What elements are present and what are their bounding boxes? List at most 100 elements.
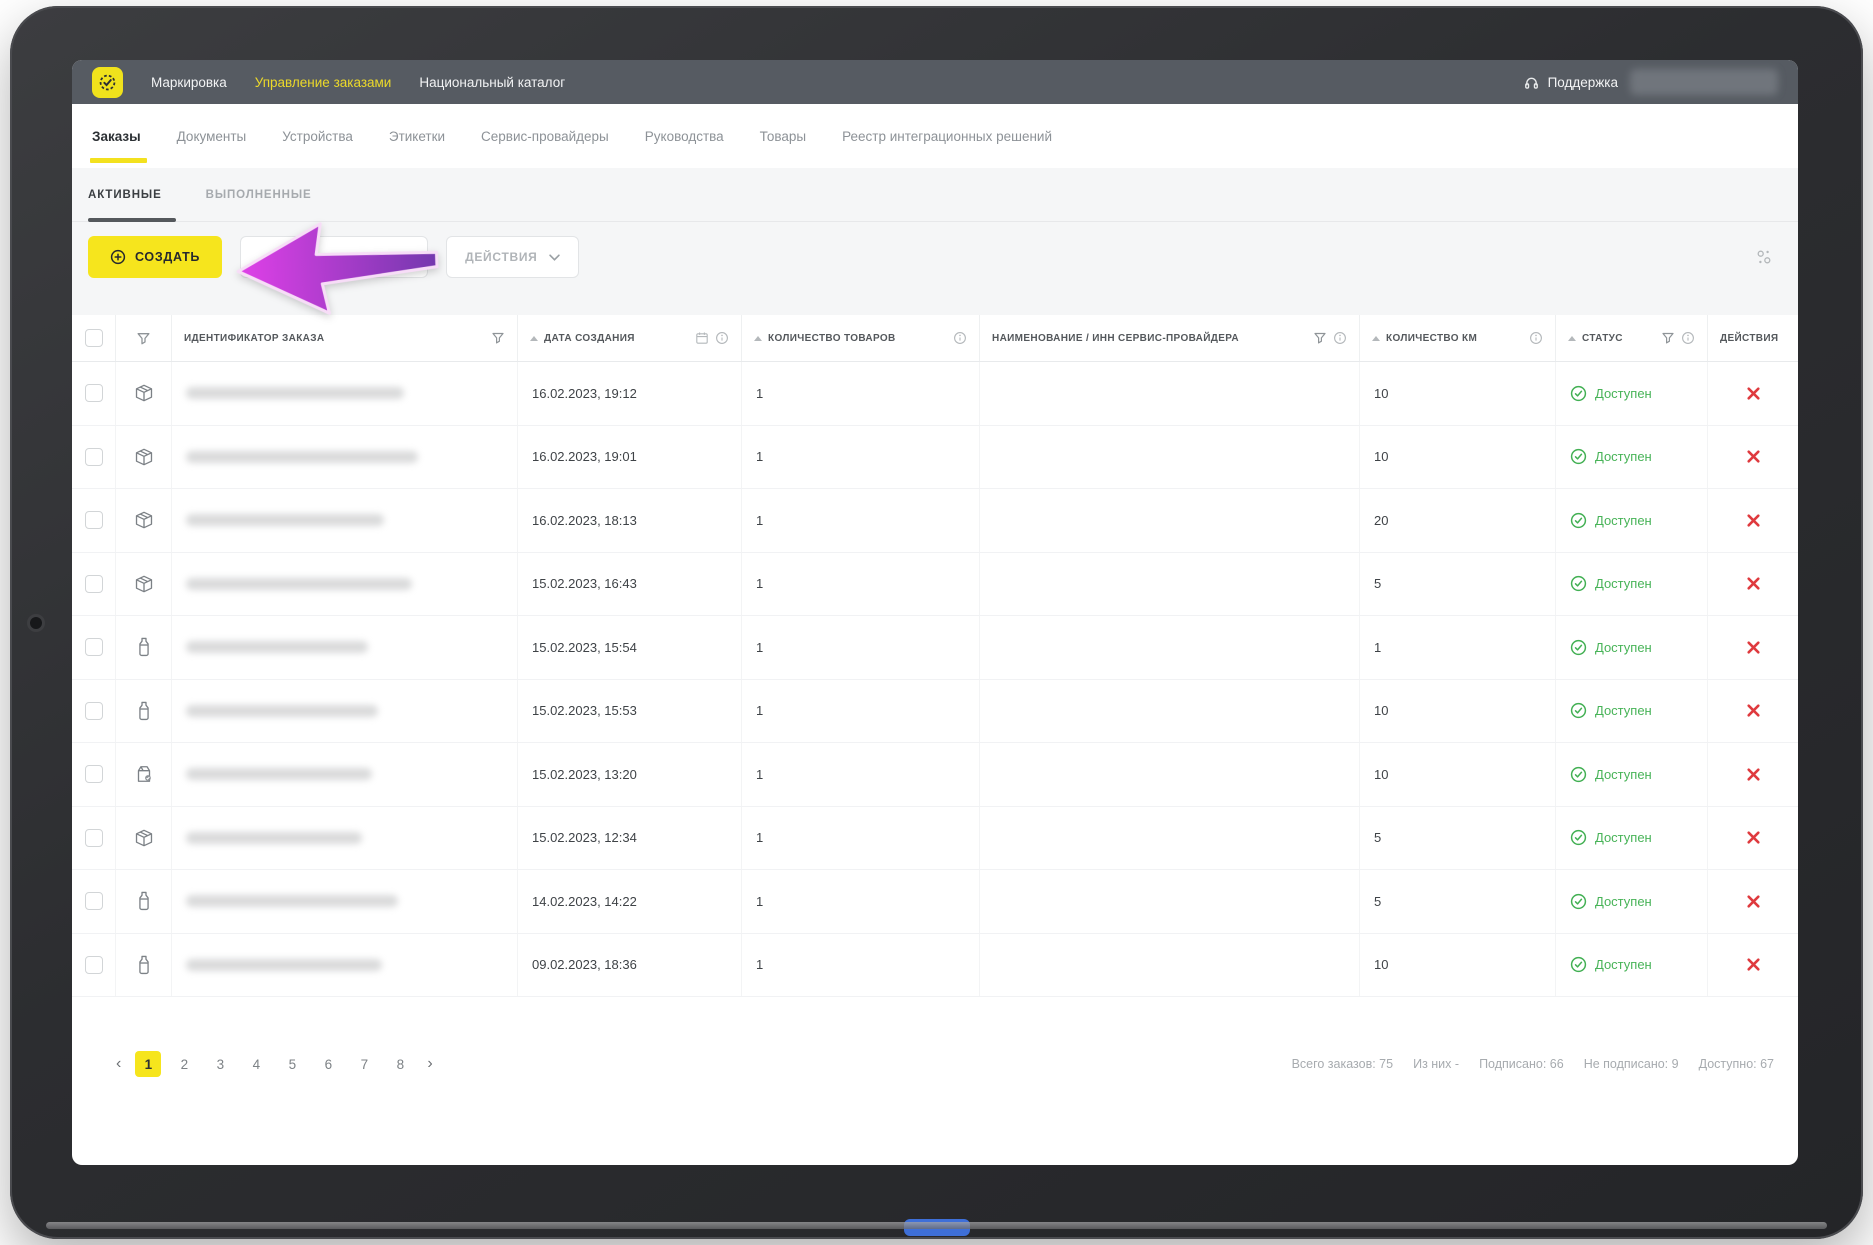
order-id-redacted (186, 387, 404, 400)
provider-cell (980, 870, 1360, 933)
pagination-page[interactable]: 4 (243, 1051, 269, 1077)
status-cell: Доступен (1556, 870, 1708, 933)
chevron-down-icon (548, 253, 560, 261)
filter-icon[interactable] (491, 331, 505, 345)
goods-count-cell: 1 (742, 743, 980, 806)
row-checkbox[interactable] (84, 447, 103, 466)
pagination-page[interactable]: 8 (387, 1051, 413, 1077)
pagination-page[interactable]: 3 (207, 1051, 233, 1077)
status-cell: Доступен (1556, 362, 1708, 425)
row-checkbox[interactable] (84, 574, 103, 593)
nav-tab[interactable]: Этикетки (389, 104, 445, 168)
delete-order-button[interactable] (1740, 380, 1767, 407)
row-type-cell (116, 870, 172, 933)
pagination-page[interactable]: 1 (135, 1051, 162, 1077)
delete-order-button[interactable] (1740, 697, 1767, 724)
chestny-znak-logo-icon[interactable] (92, 66, 123, 98)
top-nav-item[interactable]: Управление заказами (255, 75, 392, 90)
sub-tab[interactable]: ВЫПОЛНЕННЫЕ (206, 168, 312, 221)
row-checkbox[interactable] (84, 384, 103, 403)
row-type-cell (116, 679, 172, 742)
user-account-redacted[interactable] (1630, 69, 1778, 95)
pagination-page[interactable]: 2 (171, 1051, 197, 1077)
bottle-icon (133, 954, 155, 976)
column-settings-icon[interactable] (1754, 247, 1774, 267)
row-checkbox[interactable] (84, 511, 103, 530)
row-select-cell (72, 362, 116, 425)
pagination-page[interactable]: 6 (315, 1051, 341, 1077)
nav-tab[interactable]: Реестр интеграционных решений (842, 104, 1052, 168)
delete-order-button[interactable] (1740, 634, 1767, 661)
table-footer: ‹ 12345678 › Всего заказов: 75 Из них - По… (72, 1047, 1798, 1081)
goods-count: 1 (756, 449, 764, 465)
create-button[interactable]: СОЗДАТЬ (88, 236, 223, 278)
info-icon[interactable] (1529, 331, 1543, 345)
header-order-id-label: ИДЕНТИФИКАТОР ЗАКАЗА (184, 332, 325, 344)
header-km-label: КОЛИЧЕСТВО КМ (1386, 332, 1478, 344)
row-checkbox[interactable] (84, 638, 103, 657)
nav-tab[interactable]: Заказы (90, 104, 147, 168)
calendar-icon[interactable] (695, 331, 709, 345)
order-id-cell (172, 933, 518, 996)
sort-caret-icon[interactable] (530, 335, 538, 341)
row-type-cell (116, 362, 172, 425)
nav-tab[interactable]: Документы (177, 104, 247, 168)
box-icon (133, 573, 155, 595)
delete-order-button[interactable] (1740, 570, 1767, 597)
select-all-checkbox[interactable] (84, 329, 103, 347)
delete-order-button[interactable] (1740, 888, 1767, 915)
order-date-cell: 16.02.2023, 19:01 (518, 425, 742, 488)
row-type-cell (116, 743, 172, 806)
order-date-cell: 15.02.2023, 13:20 (518, 743, 742, 806)
provider-cell (980, 679, 1360, 742)
nav-tab[interactable]: Товары (760, 104, 806, 168)
sort-caret-icon[interactable] (754, 335, 762, 341)
status-cell: Доступен (1556, 806, 1708, 869)
sub-tab[interactable]: АКТИВНЫЕ (88, 168, 176, 222)
nav-tab[interactable]: Сервис-провайдеры (481, 104, 609, 168)
delete-order-button[interactable] (1740, 507, 1767, 534)
top-nav-item[interactable]: Национальный каталог (419, 75, 565, 90)
summary-stat: Подписано: 66 (1479, 1057, 1564, 1071)
order-id-cell (172, 425, 518, 488)
row-checkbox[interactable] (84, 765, 103, 784)
status-cell: Доступен (1556, 679, 1708, 742)
search-input[interactable] (240, 236, 429, 278)
row-checkbox[interactable] (84, 701, 103, 720)
tablet-frame: Маркировка Управление заказами Национальны… (10, 6, 1863, 1239)
box-icon (133, 382, 155, 404)
order-id-cell (172, 870, 518, 933)
km-count: 1 (1374, 639, 1382, 655)
pagination-prev[interactable]: ‹ (112, 1056, 125, 1072)
sort-caret-icon[interactable] (1568, 335, 1576, 341)
delete-order-button[interactable] (1740, 824, 1767, 851)
support-link[interactable]: Поддержка (1523, 74, 1618, 91)
row-checkbox[interactable] (84, 828, 103, 847)
nav-tab[interactable]: Устройства (282, 104, 353, 168)
delete-order-button[interactable] (1740, 761, 1767, 788)
nav-tab[interactable]: Руководства (645, 104, 724, 168)
row-select-cell (72, 679, 116, 742)
row-actions-cell (1708, 489, 1798, 552)
filter-icon[interactable] (1661, 331, 1675, 345)
info-icon[interactable] (1681, 331, 1695, 345)
header-actions: ДЕЙСТВИЯ (1708, 315, 1798, 361)
km-count: 20 (1374, 512, 1389, 528)
row-checkbox[interactable] (84, 955, 103, 974)
info-icon[interactable] (953, 331, 967, 345)
delete-order-button[interactable] (1740, 951, 1767, 978)
row-checkbox[interactable] (84, 892, 103, 911)
info-icon[interactable] (1333, 331, 1347, 345)
top-nav-item[interactable]: Маркировка (151, 75, 227, 90)
pagination-page[interactable]: 5 (279, 1051, 305, 1077)
pagination-page[interactable]: 7 (351, 1051, 377, 1077)
delete-order-button[interactable] (1740, 443, 1767, 470)
provider-cell (980, 806, 1360, 869)
header-status: СТАТУС (1556, 315, 1708, 361)
actions-button[interactable]: ДЕЙСТВИЯ (446, 236, 579, 278)
pagination-next[interactable]: › (423, 1056, 436, 1072)
filter-icon[interactable] (136, 331, 151, 346)
filter-icon[interactable] (1313, 331, 1327, 345)
info-icon[interactable] (715, 331, 729, 345)
sort-caret-icon[interactable] (1372, 335, 1380, 341)
